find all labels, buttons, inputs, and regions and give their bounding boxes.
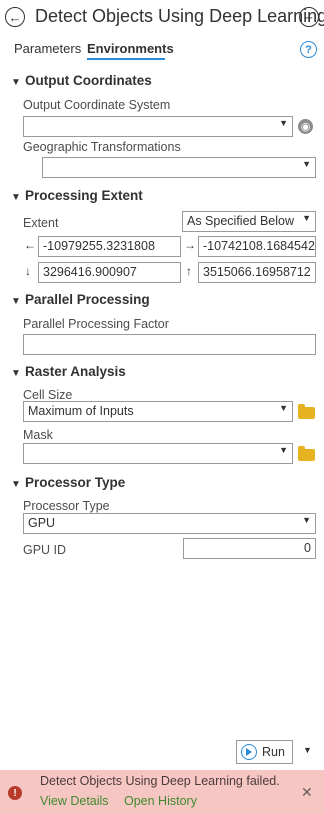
extent-left-input[interactable]: -10979255.3231808 [38,236,181,257]
geographic-transformations-label: Geographic Transformations [23,140,181,154]
extent-bottom-input[interactable]: 3296416.900907 [38,262,181,283]
tab-bar: Parameters Environments ? [0,38,324,62]
chevron-down-icon: ▼ [11,296,21,307]
extent-dropdown[interactable]: As Specified Below ▼ [182,211,316,232]
error-icon: ! [8,786,22,800]
chevron-down-icon: ▼ [11,192,21,203]
active-tab-indicator [87,58,165,60]
run-button[interactable]: Run [236,740,293,764]
folder-icon[interactable] [298,446,315,461]
open-history-link[interactable]: Open History [124,794,197,808]
tab-environments[interactable]: Environments [87,41,174,56]
close-icon[interactable]: ✕ [301,784,313,801]
caret-down-icon: ▼ [279,445,288,455]
section-processor-type[interactable]: ▼ Processor Type [11,475,125,490]
mask-dropdown[interactable]: ▼ [23,443,293,464]
arrow-up-icon: ↑ [186,264,192,278]
chevron-down-icon: ▼ [11,479,21,490]
gpu-id-input[interactable]: 0 [183,538,316,559]
globe-icon[interactable]: ◉ [298,119,313,134]
section-parallel-processing[interactable]: ▼ Parallel Processing [11,292,150,307]
arrow-down-icon: ↓ [25,264,31,278]
output-coordinate-system-label: Output Coordinate System [23,98,171,112]
help-icon[interactable]: ? [300,41,317,58]
gpu-id-label: GPU ID [23,543,67,557]
tab-parameters[interactable]: Parameters [14,41,81,56]
parallel-processing-factor-label: Parallel Processing Factor [23,317,169,331]
arrow-right-icon: → [184,238,196,252]
output-coordinate-system-dropdown[interactable]: ▼ [23,116,293,137]
tool-header: ← Detect Objects Using Deep Learning + [0,0,324,36]
extent-right-input[interactable]: -10742108.1684542 [198,236,316,257]
cell-size-dropdown[interactable]: Maximum of Inputs ▼ [23,401,293,422]
caret-down-icon: ▼ [279,403,288,413]
section-raster-analysis[interactable]: ▼ Raster Analysis [11,364,126,379]
chevron-down-icon: ▼ [11,368,21,379]
error-message-bar: ! Detect Objects Using Deep Learning fai… [0,770,324,814]
tool-title: Detect Objects Using Deep Learning [35,6,324,26]
processor-type-dropdown[interactable]: GPU ▼ [23,513,316,534]
back-circle-icon[interactable]: ← [5,7,25,27]
caret-down-icon: ▼ [302,213,311,223]
view-details-link[interactable]: View Details [40,794,109,808]
parallel-processing-factor-input[interactable] [23,334,316,355]
geographic-transformations-dropdown[interactable]: ▼ [42,157,316,178]
chevron-down-icon: ▼ [11,77,21,88]
caret-down-icon: ▼ [279,118,288,128]
extent-label: Extent [23,216,59,230]
cell-size-label: Cell Size [23,388,73,402]
arrow-left-icon: ← [24,238,36,252]
add-circle-icon[interactable]: + [299,7,319,27]
run-options-caret-icon[interactable]: ▼ [303,745,312,755]
play-icon [241,744,257,760]
caret-down-icon: ▼ [302,515,311,525]
section-output-coordinates[interactable]: ▼ Output Coordinates [11,73,152,88]
section-processing-extent[interactable]: ▼ Processing Extent [11,188,143,203]
folder-icon[interactable] [298,404,315,419]
processor-type-label: Processor Type [23,499,110,513]
mask-label: Mask [23,428,53,442]
extent-top-input[interactable]: 3515066.16958712 [198,262,316,283]
error-message: Detect Objects Using Deep Learning faile… [40,774,280,788]
caret-down-icon: ▼ [302,159,311,169]
